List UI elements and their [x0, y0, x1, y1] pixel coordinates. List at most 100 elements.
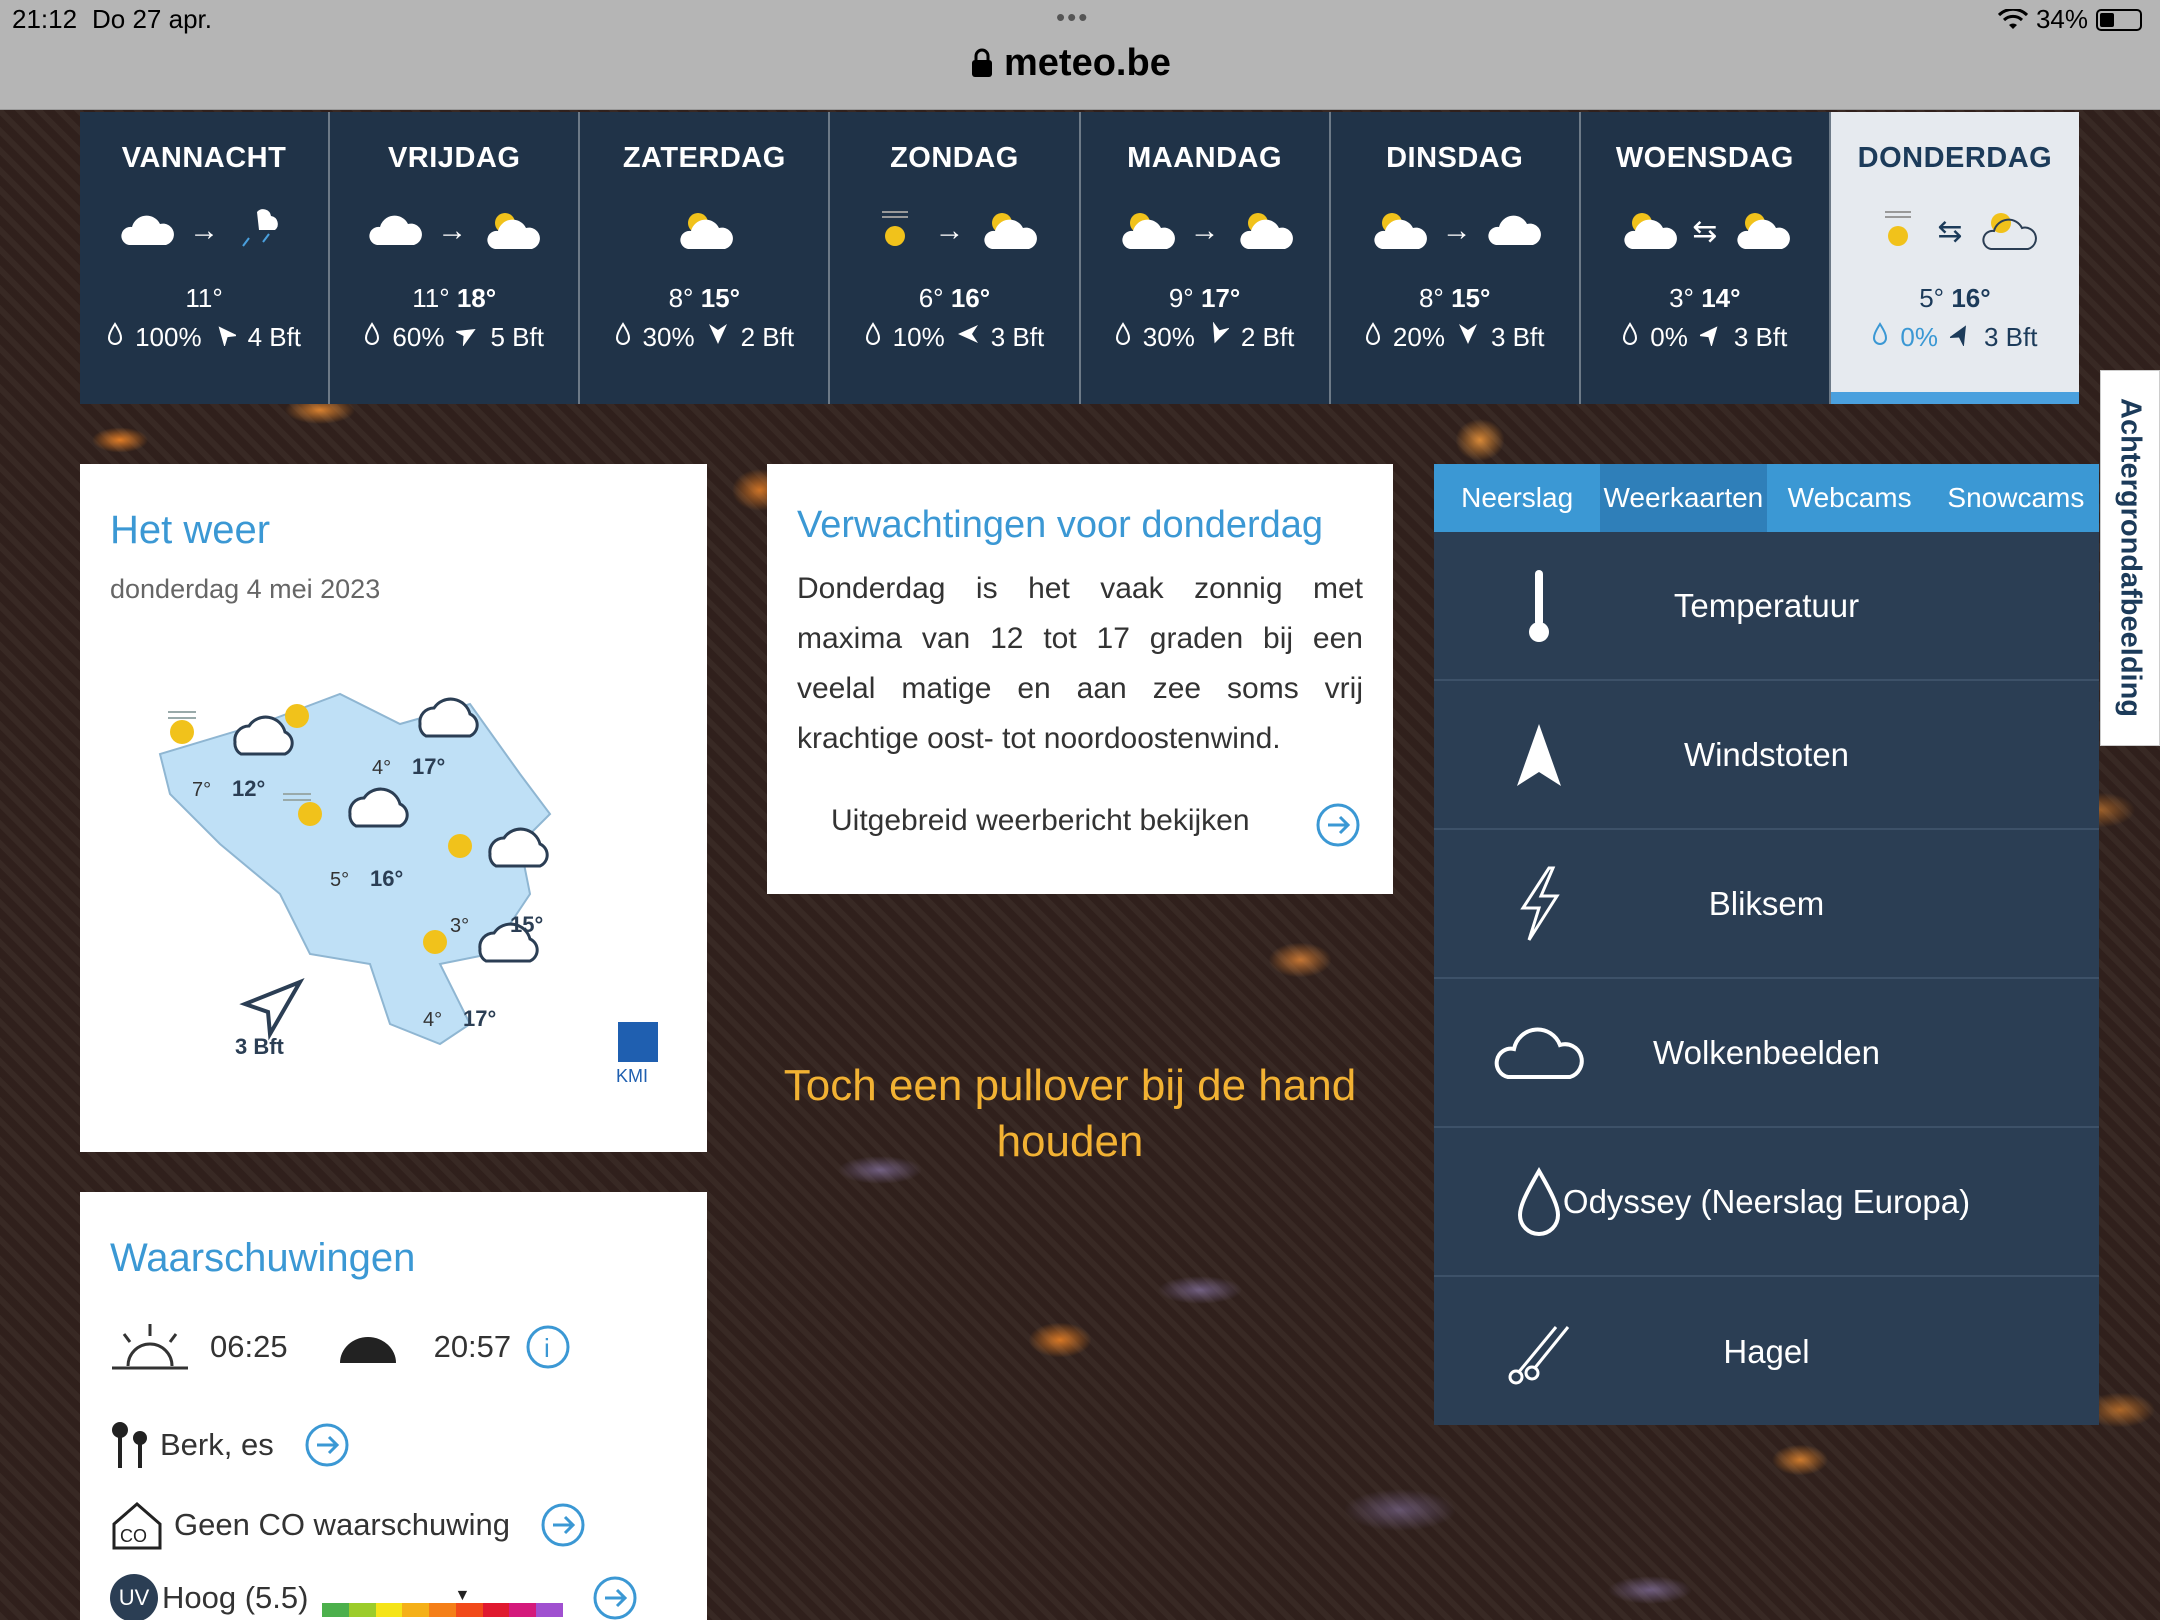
- arrow-right-icon: →: [1189, 214, 1220, 247]
- menu-item-windstoten[interactable]: Windstoten: [1434, 681, 2099, 830]
- het-weer-card[interactable]: Het weer donderdag 4 mei 2023 7° 12° 4° …: [80, 464, 707, 1152]
- weerbericht-link[interactable]: Uitgebreid weerbericht bekijken: [831, 804, 1250, 838]
- verwachtingen-text: Donderdag is het vaak zonnig met maxima …: [797, 572, 1363, 755]
- arrow-right-circle-icon[interactable]: [1315, 802, 1361, 848]
- svg-text:KMI: KMI: [616, 1066, 648, 1086]
- belgium-forecast-map[interactable]: 7° 12° 4° 17° 5° 16° 3° 15° 4° 17° 3° 3 …: [140, 664, 700, 1124]
- map-temp: 17°: [412, 754, 445, 779]
- thermometer-icon: [1494, 561, 1584, 651]
- wind-direction-icon: [957, 322, 979, 353]
- day-temperature: 11° 18°: [330, 283, 578, 314]
- forecast-day[interactable]: MAANDAG → 9° 17° 30% 2 Bft: [1080, 112, 1331, 404]
- sun-fog-icon: [882, 211, 909, 246]
- svg-text:i: i: [544, 1333, 550, 1363]
- day-meta: 0% 3 Bft: [1831, 322, 2079, 353]
- map-temp: 17°: [463, 1006, 496, 1031]
- day-temperature: 5° 16°: [1831, 283, 2079, 314]
- day-meta: 60% 5 Bft: [330, 322, 578, 353]
- more-dots-icon[interactable]: •••: [1056, 2, 1089, 33]
- wind-direction-icon: [1207, 321, 1230, 353]
- sun-times-row: 06:25 20:57 i: [110, 1322, 571, 1372]
- day-meta: 30% 2 Bft: [1081, 321, 1329, 353]
- day-meta: 100% 4 Bft: [80, 322, 328, 353]
- map-temp: 4°: [423, 1009, 442, 1031]
- max-temp: 15°: [700, 283, 741, 313]
- uv-marker: ▼: [454, 1587, 471, 1604]
- day-meta: 10% 3 Bft: [830, 322, 1078, 353]
- address-bar[interactable]: meteo.be: [970, 38, 1171, 88]
- wind-force: 3 Bft: [990, 322, 1045, 352]
- belgium-shape: [158, 692, 552, 1046]
- forecast-day[interactable]: DINSDAG → 8° 15° 20% 3 Bft: [1330, 112, 1581, 404]
- forecast-day[interactable]: DONDERDAG ⇆ 5° 16° 0% 3 Bft: [1830, 112, 2079, 404]
- drop-icon: [1115, 322, 1131, 353]
- achtergrondafbeelding-tab[interactable]: Achtergrondafbeelding: [2100, 370, 2160, 746]
- day-weather-icons: →: [330, 201, 578, 261]
- rain-icon: [242, 209, 278, 247]
- max-temp: 17°: [1200, 283, 1241, 313]
- uv-text: Hoog (5.5): [162, 1580, 309, 1615]
- max-temp: 16°: [1951, 283, 1991, 313]
- info-icon[interactable]: i: [525, 1324, 571, 1370]
- day-name: VRIJDAG: [387, 142, 521, 174]
- drop-icon: [1872, 322, 1888, 353]
- tab-webcams[interactable]: Webcams: [1767, 464, 1933, 532]
- day-weather-icons: ⇆: [1831, 201, 2079, 261]
- menu-item-hagel[interactable]: Hagel: [1434, 1277, 2099, 1426]
- waarschuwingen-card: Waarschuwingen 06:25 20:57 i Berk, es CO…: [80, 1192, 707, 1620]
- min-temp: 8°: [668, 283, 694, 313]
- max-temp: 15°: [1451, 283, 1491, 313]
- pollen-row: Berk, es: [110, 1420, 350, 1470]
- browser-status-bar: 21:12 Do 27 apr. ••• meteo.be 34%: [0, 0, 2160, 110]
- tab-weerkaarten[interactable]: Weerkaarten: [1600, 464, 1767, 532]
- tab-snowcams[interactable]: Snowcams: [1933, 464, 2099, 532]
- day-meta: 30% 2 Bft: [580, 322, 828, 353]
- sunset-time: 20:57: [433, 1329, 512, 1364]
- cloud-icon: [1494, 1008, 1584, 1098]
- menu-item-odyssey[interactable]: Odyssey (Neerslag Europa): [1434, 1128, 2099, 1277]
- map-tabs: Neerslag Weerkaarten Webcams Snowcams: [1434, 464, 2099, 532]
- arrow-right-circle-icon[interactable]: [304, 1422, 350, 1468]
- forecast-day[interactable]: WOENSDAG ⇆ 3° 14° 0% 3 Bft: [1580, 112, 1831, 404]
- sun-cloud-icon: [1374, 213, 1427, 249]
- day-name: VANNACHT: [121, 142, 287, 174]
- battery-icon: [2096, 8, 2142, 31]
- day-weather-icons: →: [830, 201, 1078, 261]
- min-temp: 8°: [1418, 283, 1444, 313]
- day-name: DONDERDAG: [1857, 142, 2053, 174]
- wind-arrow-icon: [1494, 710, 1584, 800]
- weerkaarten-menu: Temperatuur Windstoten Bliksem Wolkenbee…: [1434, 532, 2099, 1425]
- swap-arrow-icon: ⇆: [1937, 214, 1963, 248]
- uv-row: UV Hoog (5.5) ▼: [110, 1574, 638, 1620]
- date: Do 27 apr.: [92, 4, 212, 34]
- forecast-day[interactable]: ZATERDAG 8° 15° 30% 2 Bft: [580, 112, 831, 404]
- arrow-right-circle-icon[interactable]: [540, 1502, 586, 1548]
- min-temp: 11°: [412, 283, 450, 313]
- map-temp: 16°: [370, 866, 403, 891]
- max-temp: 18°: [456, 283, 497, 313]
- lightning-icon: [1494, 859, 1584, 949]
- min-temp: 5°: [1919, 283, 1945, 313]
- day-weather-icons: →: [1331, 201, 1579, 261]
- arrow-right-circle-icon[interactable]: [592, 1575, 638, 1620]
- co-row: CO Geen CO waarschuwing: [110, 1500, 586, 1550]
- sunrise-time: 06:25: [210, 1329, 288, 1364]
- co-text: Geen CO waarschuwing: [174, 1507, 510, 1542]
- tab-neerslag[interactable]: Neerslag: [1434, 464, 1600, 532]
- battery-percent: 34%: [2035, 4, 2088, 34]
- wind-force: 3 Bft: [1733, 322, 1788, 352]
- menu-item-bliksem[interactable]: Bliksem: [1434, 830, 2099, 979]
- drop-icon: [865, 322, 881, 353]
- wind-force: 2 Bft: [740, 322, 795, 352]
- forecast-day[interactable]: VANNACHT → 11° 100% 4 Bft: [80, 112, 331, 404]
- day-name: ZONDAG: [890, 142, 1019, 174]
- url-text: meteo.be: [1004, 41, 1171, 84]
- menu-item-temperatuur[interactable]: Temperatuur: [1434, 532, 2099, 681]
- forecast-day[interactable]: VRIJDAG → 11° 18° 60% 5 Bft: [330, 112, 581, 404]
- sun-cloud-icon: [680, 213, 734, 249]
- forecast-day[interactable]: ZONDAG → 6° 16° 10% 3 Bft: [830, 112, 1081, 404]
- day-temperature: 9° 17°: [1081, 283, 1329, 314]
- min-temp: 9°: [1168, 283, 1194, 313]
- min-temp: 3°: [1669, 283, 1694, 313]
- menu-item-wolkenbeelden[interactable]: Wolkenbeelden: [1434, 979, 2099, 1128]
